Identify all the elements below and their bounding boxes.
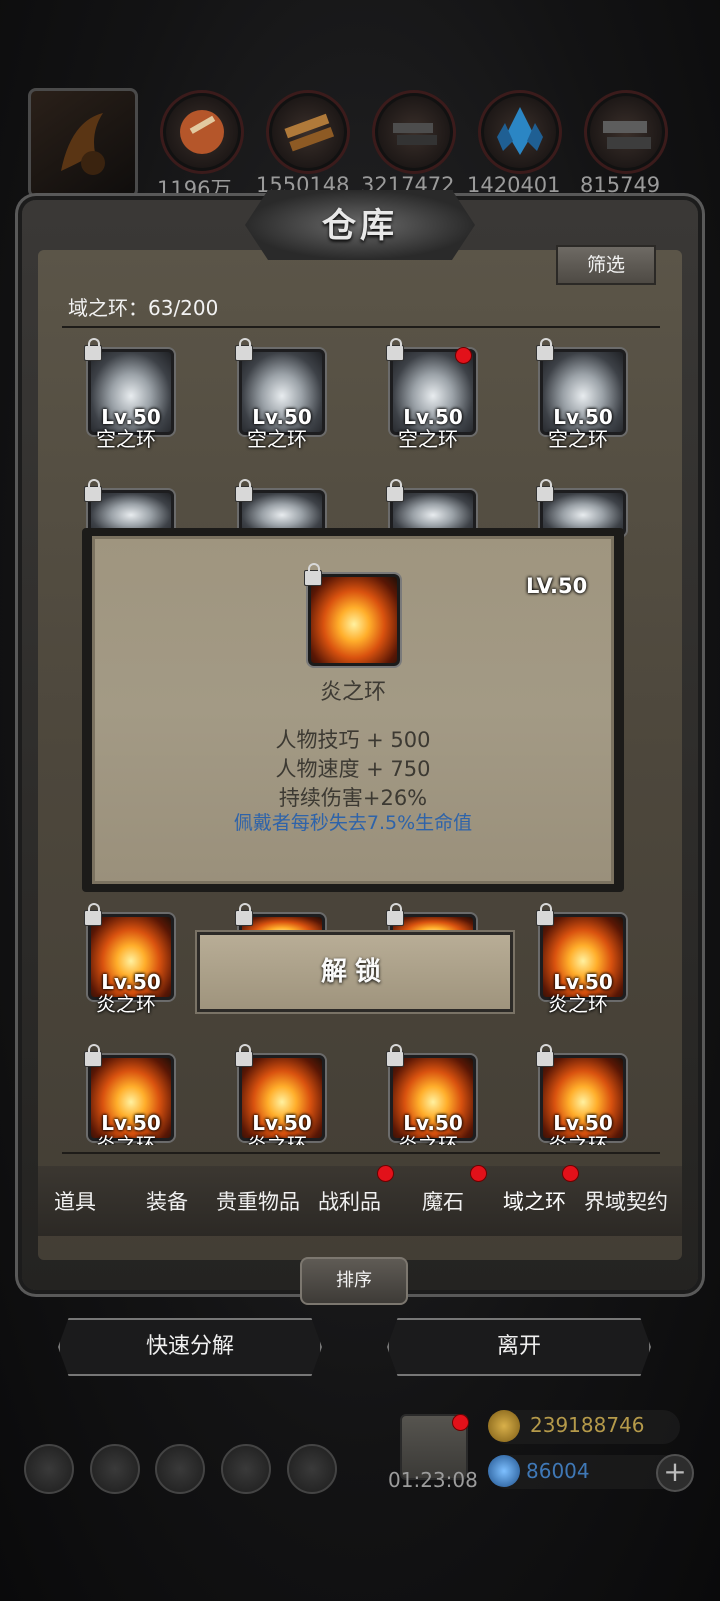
horn-icon	[61, 113, 105, 175]
fire-ring-icon	[304, 563, 400, 666]
lock-icon	[386, 479, 404, 502]
tooltip-stat: 人物技巧 + 500	[275, 728, 431, 752]
gold-amount: 239188746	[530, 1413, 645, 1437]
lock-icon	[536, 1044, 554, 1067]
tab-badge	[377, 1165, 394, 1182]
item-name: 炎之环	[96, 992, 156, 1016]
hero-portrait-slot[interactable]	[28, 88, 138, 198]
leave-button[interactable]: 离开	[387, 1318, 651, 1376]
iron-resource-slot[interactable]	[372, 90, 456, 174]
item-name: 炎之环	[548, 992, 608, 1016]
item-name: 炎之环	[96, 1133, 156, 1145]
item-name: 空之环	[398, 427, 458, 451]
add-currency-button[interactable]: +	[656, 1454, 694, 1492]
lock-icon	[84, 479, 102, 502]
filter-button[interactable]: 筛选	[556, 245, 656, 285]
unlock-button[interactable]: 解锁	[197, 932, 513, 1012]
tab-domain-rings[interactable]: 域之环	[503, 1186, 566, 1216]
tooltip-description: 佩戴者每秒失去7.5%生命值	[233, 812, 473, 834]
event-timer: 01:23:08	[388, 1468, 478, 1492]
lock-icon	[84, 903, 102, 926]
tab-equipment[interactable]: 装备	[146, 1186, 188, 1216]
item-name: 空之环	[548, 427, 608, 451]
crystal-resource-slot[interactable]	[478, 90, 562, 174]
lock-icon	[304, 563, 322, 586]
meat-count: 1196万	[157, 177, 232, 201]
lock-icon	[235, 903, 253, 926]
lock-icon	[536, 338, 554, 361]
item-name: 炎之环	[548, 1133, 608, 1145]
tooltip-stat: 人物速度 + 750	[275, 757, 431, 781]
crystal-icon	[497, 107, 543, 155]
grid-icon[interactable]	[155, 1444, 205, 1494]
capacity-label: 域之环：63/200	[68, 296, 219, 320]
item-name: 炎之环	[247, 1133, 307, 1145]
divider	[62, 1152, 660, 1154]
wood-resource-slot[interactable]	[266, 90, 350, 174]
gold-coin-icon	[488, 1410, 520, 1442]
tooltip-item-name: 炎之环	[319, 680, 386, 705]
tab-valuables[interactable]: 贵重物品	[216, 1186, 300, 1216]
tooltip-level: LV.50	[526, 574, 588, 598]
meat-resource-slot[interactable]	[160, 90, 244, 174]
lock-icon	[235, 479, 253, 502]
lock-icon	[386, 1044, 404, 1067]
lock-icon	[536, 479, 554, 502]
new-badge	[455, 347, 472, 364]
quick-decompose-button[interactable]: 快速分解	[58, 1318, 322, 1376]
steel-icon	[603, 121, 651, 149]
page-title: 仓库	[322, 206, 398, 246]
settings-icon[interactable]	[24, 1444, 74, 1494]
meat-icon	[180, 110, 224, 154]
tab-magic-stones[interactable]: 魔石	[422, 1186, 464, 1216]
crystal-count: 1420401	[467, 173, 561, 197]
map-icon[interactable]	[287, 1444, 337, 1494]
lock-icon	[386, 903, 404, 926]
tab-items[interactable]: 道具	[54, 1186, 96, 1216]
tab-loot[interactable]: 战利品	[318, 1186, 381, 1216]
item-name: 空之环	[247, 427, 307, 451]
tab-realm-contracts[interactable]: 界域契约	[584, 1186, 668, 1216]
item-name: 空之环	[96, 427, 156, 451]
wood-icon	[284, 113, 335, 152]
steel-count: 815749	[580, 173, 661, 197]
lock-icon	[386, 338, 404, 361]
iron-ingot-icon	[393, 123, 437, 145]
lock-icon	[536, 903, 554, 926]
item-name: 炎之环	[398, 1133, 458, 1145]
gem-icon	[488, 1455, 520, 1487]
steel-resource-slot[interactable]	[584, 90, 668, 174]
tab-badge	[470, 1165, 487, 1182]
lock-icon	[84, 1044, 102, 1067]
tab-badge	[562, 1165, 579, 1182]
lock-icon	[235, 338, 253, 361]
lock-icon	[84, 338, 102, 361]
lock-icon	[235, 1044, 253, 1067]
book-icon[interactable]	[221, 1444, 271, 1494]
divider	[62, 326, 660, 328]
sort-button[interactable]: 排序	[300, 1257, 408, 1305]
gift-badge	[452, 1414, 469, 1431]
gem-amount: 86004	[526, 1459, 590, 1483]
star-icon[interactable]	[90, 1444, 140, 1494]
